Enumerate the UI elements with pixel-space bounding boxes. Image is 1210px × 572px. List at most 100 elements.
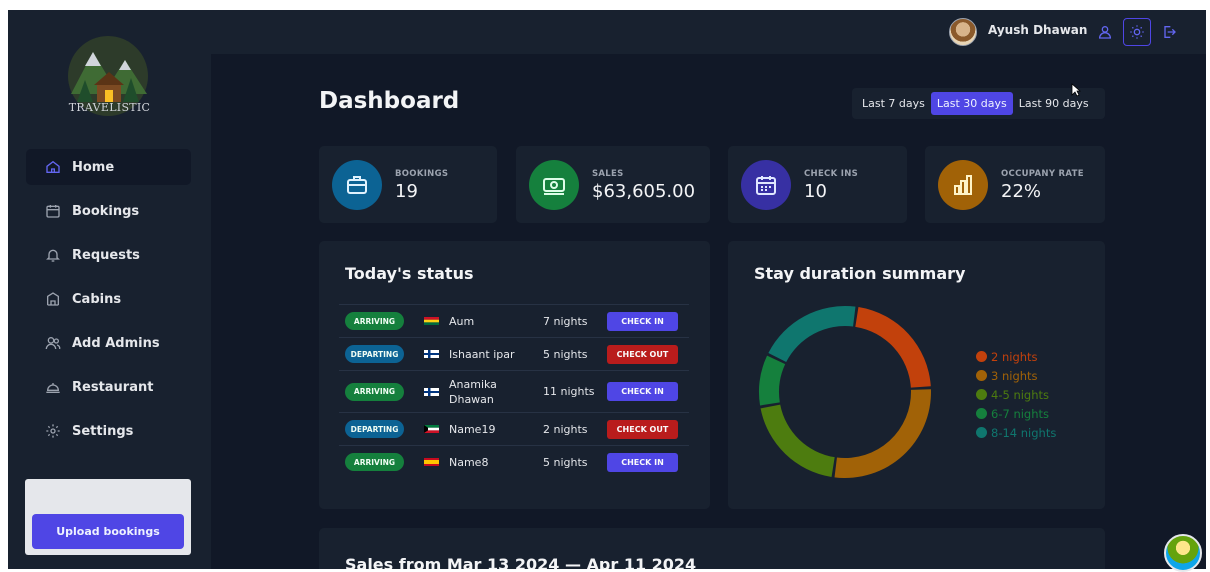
calendar-icon [741, 160, 791, 210]
filter-last-90-days[interactable]: Last 90 days [1013, 92, 1095, 115]
legend-dot [976, 370, 987, 381]
sidebar-item-label: Settings [72, 423, 134, 439]
logout-icon[interactable] [1155, 18, 1183, 46]
stat-label: OCCUPANY RATE [1001, 169, 1084, 179]
nights: 5 nights [543, 455, 588, 469]
sidebar-item-label: Home [72, 159, 115, 175]
stat-value: $63,605.00 [592, 181, 696, 202]
finland-flag-icon [424, 350, 439, 358]
donut-slice-2-nights [855, 307, 931, 388]
status-badge: ARRIVING [345, 382, 404, 401]
sun-icon[interactable] [1123, 18, 1151, 46]
nights: 11 nights [543, 385, 595, 398]
sales-panel: Sales from Mar 13 2024 — Apr 11 2024 [319, 528, 1105, 569]
donut-slice-6-7-nights [759, 355, 786, 406]
stat-card-bookings: BOOKINGS 19 [319, 146, 497, 223]
check-out-button[interactable]: CHECK OUT [607, 344, 678, 364]
legend-label: 8-14 nights [991, 425, 1057, 440]
spain-flag-icon [424, 458, 439, 466]
panel-title: Sales from Mar 13 2024 — Apr 11 2024 [345, 555, 697, 569]
legend-dot [976, 408, 987, 419]
date-filter: Last 7 days Last 30 days Last 90 days [852, 88, 1105, 119]
table-row: DEPARTING Ishaant ipar 5 nights CHECK OU… [339, 337, 689, 370]
legend-item: 4-5 nights [976, 385, 1056, 404]
legend-label: 6-7 nights [991, 406, 1050, 421]
sidebar-item-label: Bookings [72, 203, 140, 219]
restaurant-icon [44, 378, 62, 396]
check-out-button[interactable]: CHECK OUT [607, 419, 678, 439]
bar-chart-icon [938, 160, 988, 210]
legend-label: 2 nights [991, 349, 1038, 364]
top-header: Ayush Dhawan [211, 10, 1206, 54]
donut-slice-8-14-nights [768, 306, 856, 363]
briefcase-icon [332, 160, 382, 210]
sidebar-item-requests[interactable]: Requests [26, 237, 191, 273]
logo-text: TRAVELISTIC [68, 101, 151, 114]
stat-value: 10 [804, 181, 827, 202]
stat-card-occupancy-rate: OCCUPANY RATE 22% [925, 146, 1105, 223]
sidebar-item-add-admins[interactable]: Add Admins [26, 325, 191, 361]
avatar[interactable] [949, 18, 977, 46]
cabin-icon [44, 290, 62, 308]
legend-dot [976, 351, 987, 362]
legend-item: 3 nights [976, 366, 1056, 385]
sidebar-item-label: Restaurant [72, 379, 154, 395]
chart-legend: 2 nights 3 nights 4-5 nights 6-7 nights … [976, 347, 1056, 442]
sidebar-item-label: Add Admins [72, 335, 160, 351]
table-row: ARRIVING Anamika Dhawan 11 nights CHECK … [339, 370, 689, 412]
upload-card: Upload bookings [25, 479, 191, 555]
table-row: DEPARTING Name19 2 nights CHECK OUT [339, 412, 689, 445]
stat-value: 22% [1001, 181, 1042, 202]
sidebar-item-restaurant[interactable]: Restaurant [26, 369, 191, 405]
check-in-button[interactable]: CHECK IN [607, 311, 678, 331]
legend-item: 2 nights [976, 347, 1056, 366]
sidebar-item-settings[interactable]: Settings [26, 413, 191, 449]
gear-icon [44, 422, 62, 440]
legend-dot [976, 427, 987, 438]
stat-label: CHECK INS [804, 169, 859, 179]
nights: 7 nights [543, 314, 588, 328]
sidebar-item-cabins[interactable]: Cabins [26, 281, 191, 317]
sidebar-item-bookings[interactable]: Bookings [26, 193, 191, 229]
sidebar-item-home[interactable]: Home [26, 149, 191, 185]
today-status-panel: Today's status ARRIVING Aum 7 nights CHE… [319, 241, 710, 509]
guest-name: Name8 [449, 455, 489, 469]
legend-label: 3 nights [991, 368, 1038, 383]
check-in-button[interactable]: CHECK IN [607, 382, 678, 401]
home-icon [44, 158, 62, 176]
nights: 5 nights [543, 347, 588, 361]
status-badge: ARRIVING [345, 312, 404, 330]
finland-flag-icon [424, 387, 439, 396]
user-icon[interactable] [1091, 18, 1119, 46]
check-in-button[interactable]: CHECK IN [607, 452, 678, 472]
legend-dot [976, 389, 987, 400]
donut-chart [759, 306, 931, 478]
filter-last-7-days[interactable]: Last 7 days [856, 92, 931, 115]
user-name: Ayush Dhawan [988, 23, 1088, 37]
donut-slice-3-nights [834, 389, 931, 478]
page-title: Dashboard [319, 88, 460, 114]
stat-card-check-ins: CHECK INS 10 [728, 146, 907, 223]
donut-slice-4-5-nights [760, 404, 835, 477]
ghana-flag-icon [424, 317, 439, 325]
stat-label: SALES [592, 169, 624, 179]
guest-name: Aum [449, 314, 475, 328]
guest-name: Name19 [449, 422, 496, 436]
stat-label: BOOKINGS [395, 169, 449, 179]
calendar-icon [44, 202, 62, 220]
users-icon [44, 334, 62, 352]
sidebar-item-label: Requests [72, 247, 140, 263]
chatbot-avatar[interactable] [1164, 534, 1202, 572]
nights: 2 nights [543, 422, 588, 436]
status-badge: DEPARTING [345, 345, 404, 363]
mouse-cursor-icon [1071, 83, 1081, 97]
banknote-icon [529, 160, 579, 210]
filter-last-30-days[interactable]: Last 30 days [930, 92, 1013, 115]
legend-item: 6-7 nights [976, 404, 1056, 423]
guest-name: Anamika Dhawan [449, 377, 497, 406]
kuwait-flag-icon [424, 425, 439, 433]
table-row: ARRIVING Aum 7 nights CHECK IN [339, 304, 689, 337]
upload-bookings-button[interactable]: Upload bookings [32, 514, 184, 549]
guest-name: Ishaant ipar [449, 347, 515, 361]
status-badge: DEPARTING [345, 420, 404, 438]
